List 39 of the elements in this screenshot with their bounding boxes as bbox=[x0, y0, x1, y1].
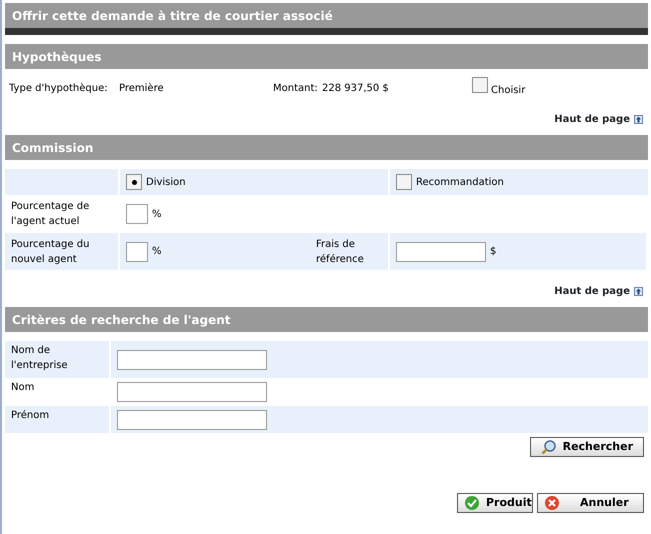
back-to-top-link[interactable]: Haut de page bbox=[554, 112, 630, 127]
section-header: Hypothèques bbox=[5, 44, 648, 69]
field-label: Montant: bbox=[273, 82, 319, 96]
section-header: Critères de recherche de l'agent bbox=[5, 307, 648, 332]
input-field[interactable] bbox=[117, 382, 267, 402]
cancel-button[interactable]: Annuler bbox=[537, 493, 644, 513]
window-title: Offrir cette demande à titre de courtier associé bbox=[5, 3, 648, 28]
unit-label: % bbox=[152, 245, 162, 259]
input-field[interactable] bbox=[396, 242, 486, 262]
field-label: Pourcentage de l'agent actuel bbox=[11, 201, 90, 227]
section-header: Commission bbox=[5, 135, 648, 160]
field-label: Nom bbox=[11, 382, 34, 393]
field-label: Type d'hypothèque: bbox=[9, 82, 109, 96]
input-field[interactable] bbox=[117, 350, 267, 370]
field-value: Première bbox=[119, 82, 165, 96]
field-value: 228 937,50 $ bbox=[322, 82, 390, 96]
field-label: Nom de l'entreprise bbox=[11, 345, 68, 371]
radio-label: Division bbox=[146, 176, 186, 190]
unit-label: % bbox=[152, 208, 162, 222]
cancel-icon bbox=[544, 495, 560, 511]
checkbox[interactable] bbox=[472, 77, 488, 93]
field-label: Frais de référence bbox=[316, 238, 364, 264]
radio-button[interactable] bbox=[396, 174, 412, 190]
input-field[interactable] bbox=[126, 242, 148, 262]
check-icon bbox=[464, 495, 480, 511]
search-icon bbox=[540, 439, 557, 455]
field-label: Pourcentage du nouvel agent bbox=[11, 238, 90, 264]
back-to-top-link[interactable]: Haut de page bbox=[554, 284, 630, 299]
unit-label: $ bbox=[490, 245, 496, 259]
up-arrow-icon bbox=[634, 115, 643, 124]
input-field[interactable] bbox=[126, 204, 148, 224]
up-arrow-icon bbox=[634, 287, 643, 296]
input-field[interactable] bbox=[117, 410, 267, 430]
radio-button[interactable] bbox=[126, 174, 142, 190]
checkbox-label: Choisir bbox=[491, 84, 526, 98]
radio-label: Recommandation bbox=[416, 176, 504, 190]
search-button[interactable]: Rechercher bbox=[530, 437, 644, 457]
field-label: Prénom bbox=[11, 410, 50, 421]
ok-button[interactable]: Produit bbox=[457, 493, 533, 513]
